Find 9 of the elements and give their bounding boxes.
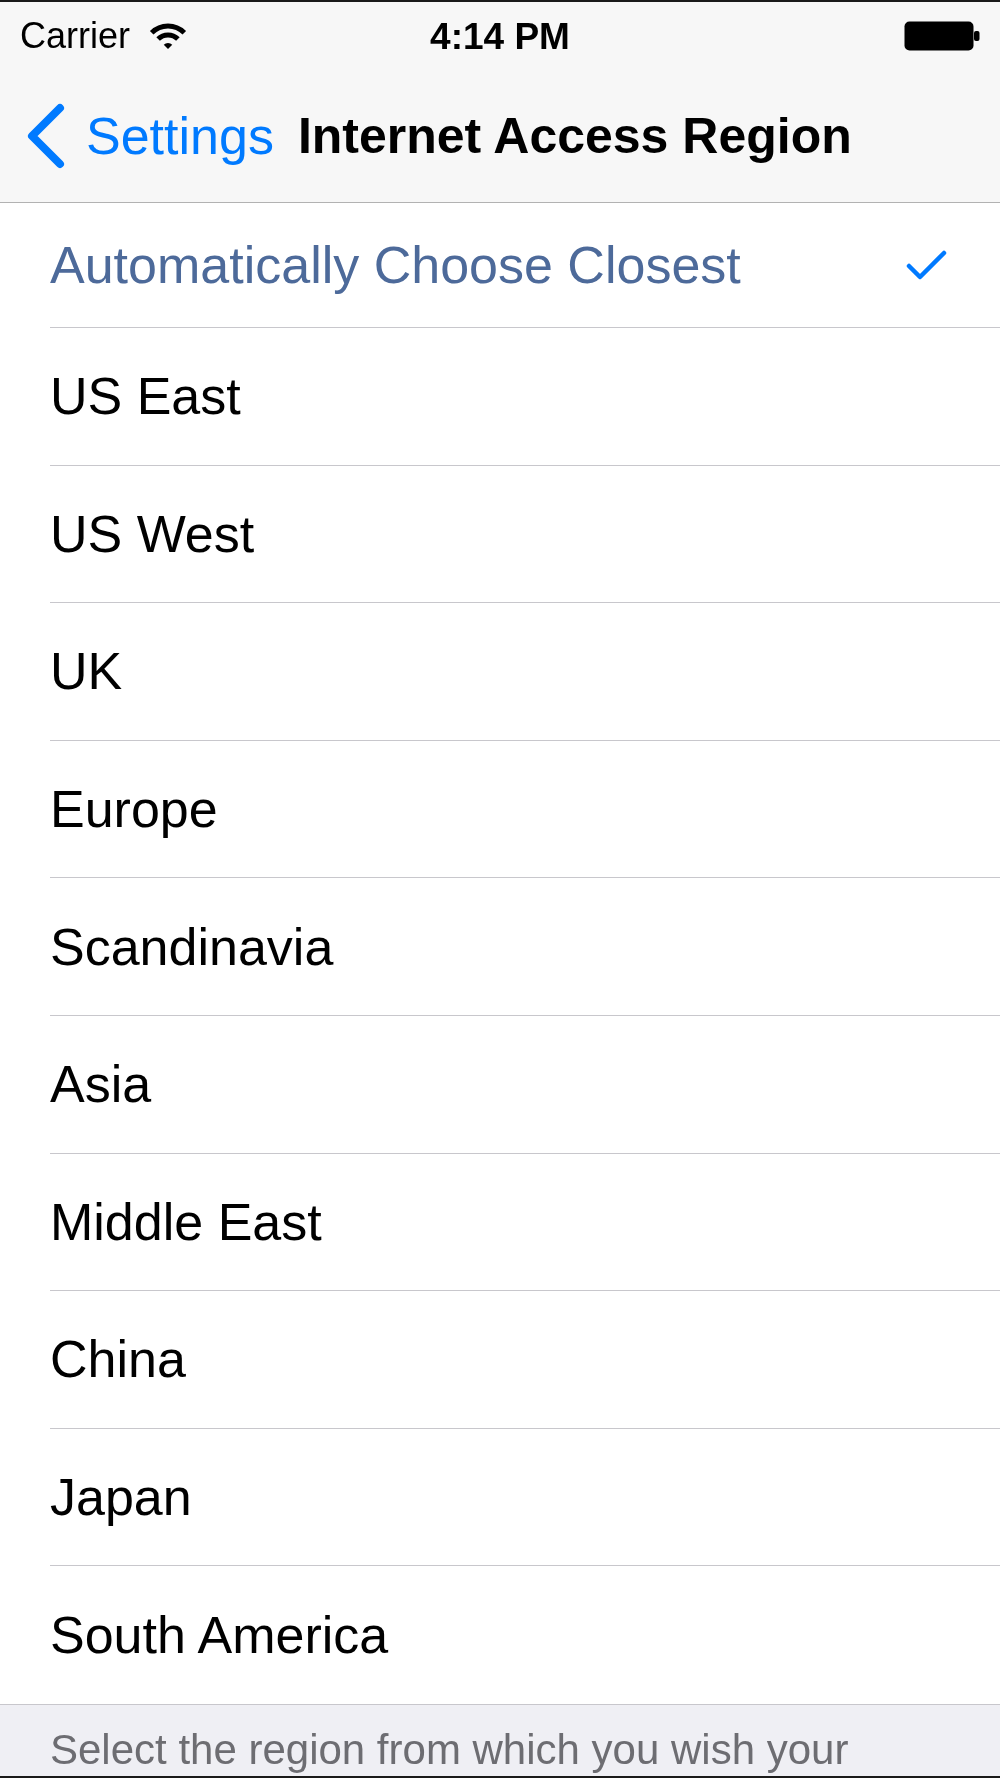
wifi-icon [148, 21, 188, 51]
chevron-left-icon [26, 103, 66, 169]
carrier-label: Carrier [20, 18, 130, 54]
nav-title: Internet Access Region [297, 111, 852, 161]
checkmark-icon [906, 249, 947, 281]
back-button[interactable]: Settings [26, 103, 274, 169]
footer-note: Select the region from which you wish your [50, 1726, 850, 1774]
battery-icon [904, 21, 980, 51]
time-label: 4:14 PM [430, 17, 570, 55]
